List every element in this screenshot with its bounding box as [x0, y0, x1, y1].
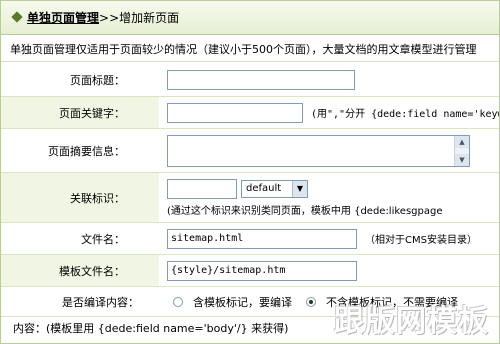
summary-label: 页面摘要信息： — [48, 144, 125, 158]
likeid-select-value: default — [246, 183, 282, 194]
compile-option-1-label: 含模板标记，要编译 — [193, 295, 292, 309]
row-filename: 文件名： （相对于CMS安装目录） — [1, 223, 499, 255]
diamond-bullet-icon — [11, 11, 23, 23]
summary-scrollbar[interactable]: ▲ ▼ — [454, 135, 469, 166]
likeid-input[interactable] — [167, 178, 237, 199]
page-title: 增加新页面 — [119, 11, 180, 25]
row-template: 模板文件名： — [1, 255, 499, 287]
keywords-label: 页面关键字： — [1, 97, 159, 128]
likeid-label: 关联标识： — [1, 173, 159, 222]
scroll-down-icon[interactable]: ▼ — [455, 153, 469, 166]
summary-textarea[interactable]: ▲ ▼ — [167, 134, 470, 167]
header-bar: 单独页面管理>>增加新页面 — [1, 1, 499, 35]
description-text: 单独页面管理仅适用于页面较少的情况（建议小于500个页面），大量文档的用文章模型… — [1, 40, 499, 62]
title-input[interactable] — [167, 69, 355, 90]
row-summary: 页面摘要信息： ▲ ▼ — [1, 129, 499, 173]
title-label: 页面标题： — [70, 73, 125, 87]
radio-on-icon[interactable] — [306, 296, 316, 307]
compile-label: 是否编译内容： — [62, 295, 139, 309]
scroll-up-icon[interactable]: ▲ — [455, 135, 469, 148]
breadcrumb-link[interactable]: 单独页面管理 — [27, 11, 99, 25]
filename-label: 文件名： — [81, 232, 125, 246]
row-keywords: 页面关键字： (用","分开 {dede:field name='keyword… — [1, 97, 499, 129]
filename-hint: （相对于CMS安装目录） — [365, 235, 477, 246]
template-label: 模板文件名： — [1, 255, 159, 286]
row-title: 页面标题： — [1, 63, 499, 97]
chevron-down-icon[interactable]: ▼ — [292, 180, 307, 197]
row-likeid: 关联标识： default ▼ (通过这个标识来识别类同页面，模板中用 {ded… — [1, 173, 499, 223]
breadcrumb-separator: >> — [99, 11, 120, 25]
compile-option-1[interactable]: 含模板标记，要编译 — [173, 294, 292, 310]
template-input[interactable] — [167, 260, 357, 281]
watermark-logo: 跟版网模板 — [334, 304, 489, 339]
likeid-select[interactable]: default ▼ — [241, 179, 308, 198]
keywords-input[interactable] — [167, 102, 303, 123]
likeid-hint: (通过这个标识来识别类同页面，模板中用 {dede:likesgpage — [167, 205, 443, 217]
filename-input[interactable] — [167, 228, 357, 249]
form-panel: 单独页面管理>>增加新页面 单独页面管理仅适用于页面较少的情况（建议小于500个… — [0, 0, 500, 344]
keywords-hint: (用","分开 {dede:field name='keywords'/} — [311, 109, 499, 120]
radio-off-icon[interactable] — [173, 296, 183, 307]
